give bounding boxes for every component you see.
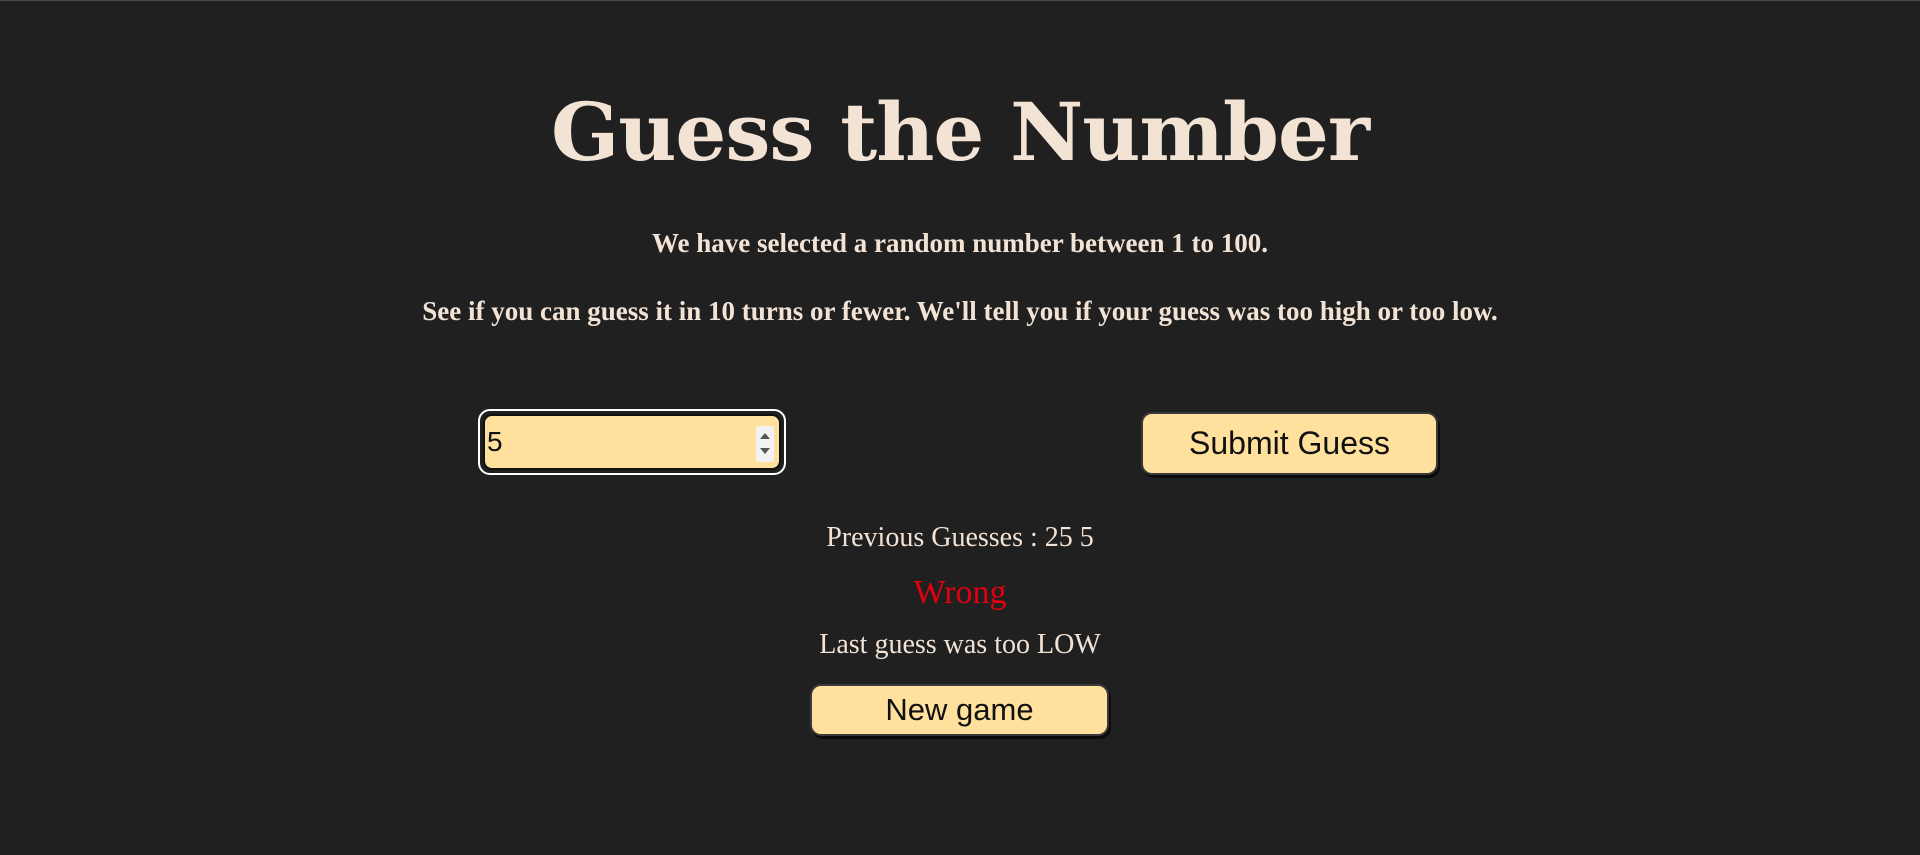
low-or-high-hint: Last guess was too LOW [819,629,1101,660]
new-game-button[interactable]: New game [810,684,1109,736]
window-top-border [0,0,1920,1]
previous-guesses: Previous Guesses : 25 5 [826,522,1094,553]
number-spinner[interactable] [756,426,774,462]
page-title: Guess the Number [550,85,1370,179]
last-result-status: Wrong [913,574,1007,611]
intro-text-range: We have selected a random number between… [652,228,1268,258]
submit-guess-button[interactable]: Submit Guess [1141,412,1438,475]
guess-field-wrapper [478,409,786,475]
guess-input[interactable] [483,414,781,470]
intro-text-rules: See if you can guess it in 10 turns or f… [422,296,1498,326]
spinner-up-icon[interactable] [760,433,770,439]
spinner-down-icon[interactable] [760,448,770,454]
